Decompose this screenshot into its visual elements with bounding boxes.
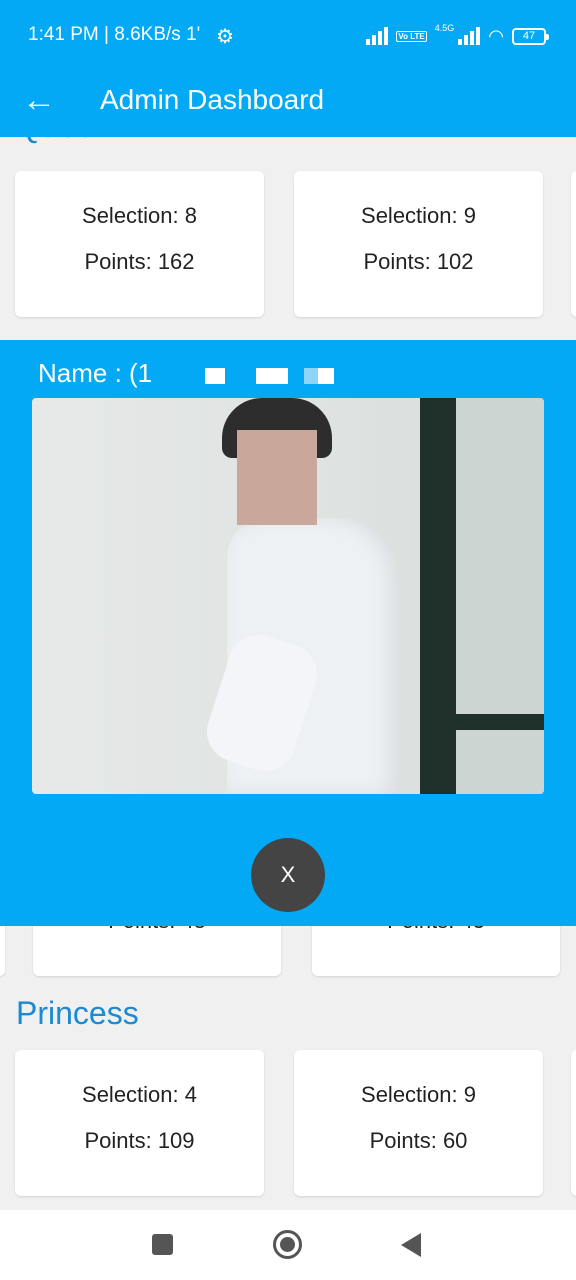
candidate-detail-dialog: Name : (1 X <box>0 340 576 926</box>
arrow-left-icon[interactable]: ← <box>22 80 56 120</box>
wifi-icon: ◠ <box>488 26 504 46</box>
candidate-card-partial[interactable] <box>571 1050 576 1196</box>
points-value: Points: 109 <box>84 1128 195 1153</box>
photo-person-face-blurred <box>237 430 317 525</box>
volte-icon: Vo LTE <box>396 30 427 42</box>
selection-count: Selection: 8 <box>82 203 197 228</box>
gear-icon: ⚙ <box>216 26 234 48</box>
redaction-block <box>205 368 225 384</box>
candidate-card-partial[interactable] <box>571 171 576 317</box>
candidate-card[interactable]: Selection: 8 Points: 162 <box>15 171 264 317</box>
signal-icon-2 <box>458 27 481 45</box>
back-icon[interactable] <box>401 1233 421 1257</box>
section-title-princess: Princess <box>16 995 139 1031</box>
signal-icon <box>366 27 389 45</box>
photo-door-frame <box>420 398 456 794</box>
points-value: Points: 102 <box>363 249 474 274</box>
photo-door-bar <box>442 714 544 730</box>
redaction-block <box>318 368 334 384</box>
candidate-photo <box>32 398 544 794</box>
page-title: Admin Dashboard <box>100 84 325 115</box>
home-icon[interactable] <box>273 1230 302 1259</box>
selection-count: Selection: 9 <box>361 203 476 228</box>
battery-icon: 47 <box>512 27 549 45</box>
close-button[interactable]: X <box>251 838 325 912</box>
points-value: Points: 162 <box>84 249 195 274</box>
points-value: Points: 60 <box>369 1128 468 1153</box>
selection-count: Selection: 4 <box>82 1082 197 1107</box>
redaction-block <box>256 368 288 384</box>
system-nav-bar <box>0 1210 576 1280</box>
candidate-card[interactable]: Selection: 9 Points: 60 <box>294 1050 543 1196</box>
photo-door-glass <box>456 398 544 794</box>
network-type-label: 4.5G <box>434 23 455 33</box>
candidate-card[interactable]: Selection: 9 Points: 102 <box>294 171 543 317</box>
status-bar: 1:41 PM | 8.6KB/s 1' ⚙ Vo LTE 4.5G ◠ 47 <box>0 0 576 72</box>
status-time-speed: 1:41 PM | 8.6KB/s 1' <box>28 24 201 45</box>
candidate-card[interactable]: Selection: 4 Points: 109 <box>15 1050 264 1196</box>
selection-count: Selection: 9 <box>361 1082 476 1107</box>
candidate-name: Name : (1 <box>38 358 153 388</box>
status-icons: Vo LTE 4.5G ◠ 47 <box>366 23 549 48</box>
app-bar: ← Admin Dashboard <box>0 72 576 137</box>
recents-icon[interactable] <box>152 1234 173 1255</box>
